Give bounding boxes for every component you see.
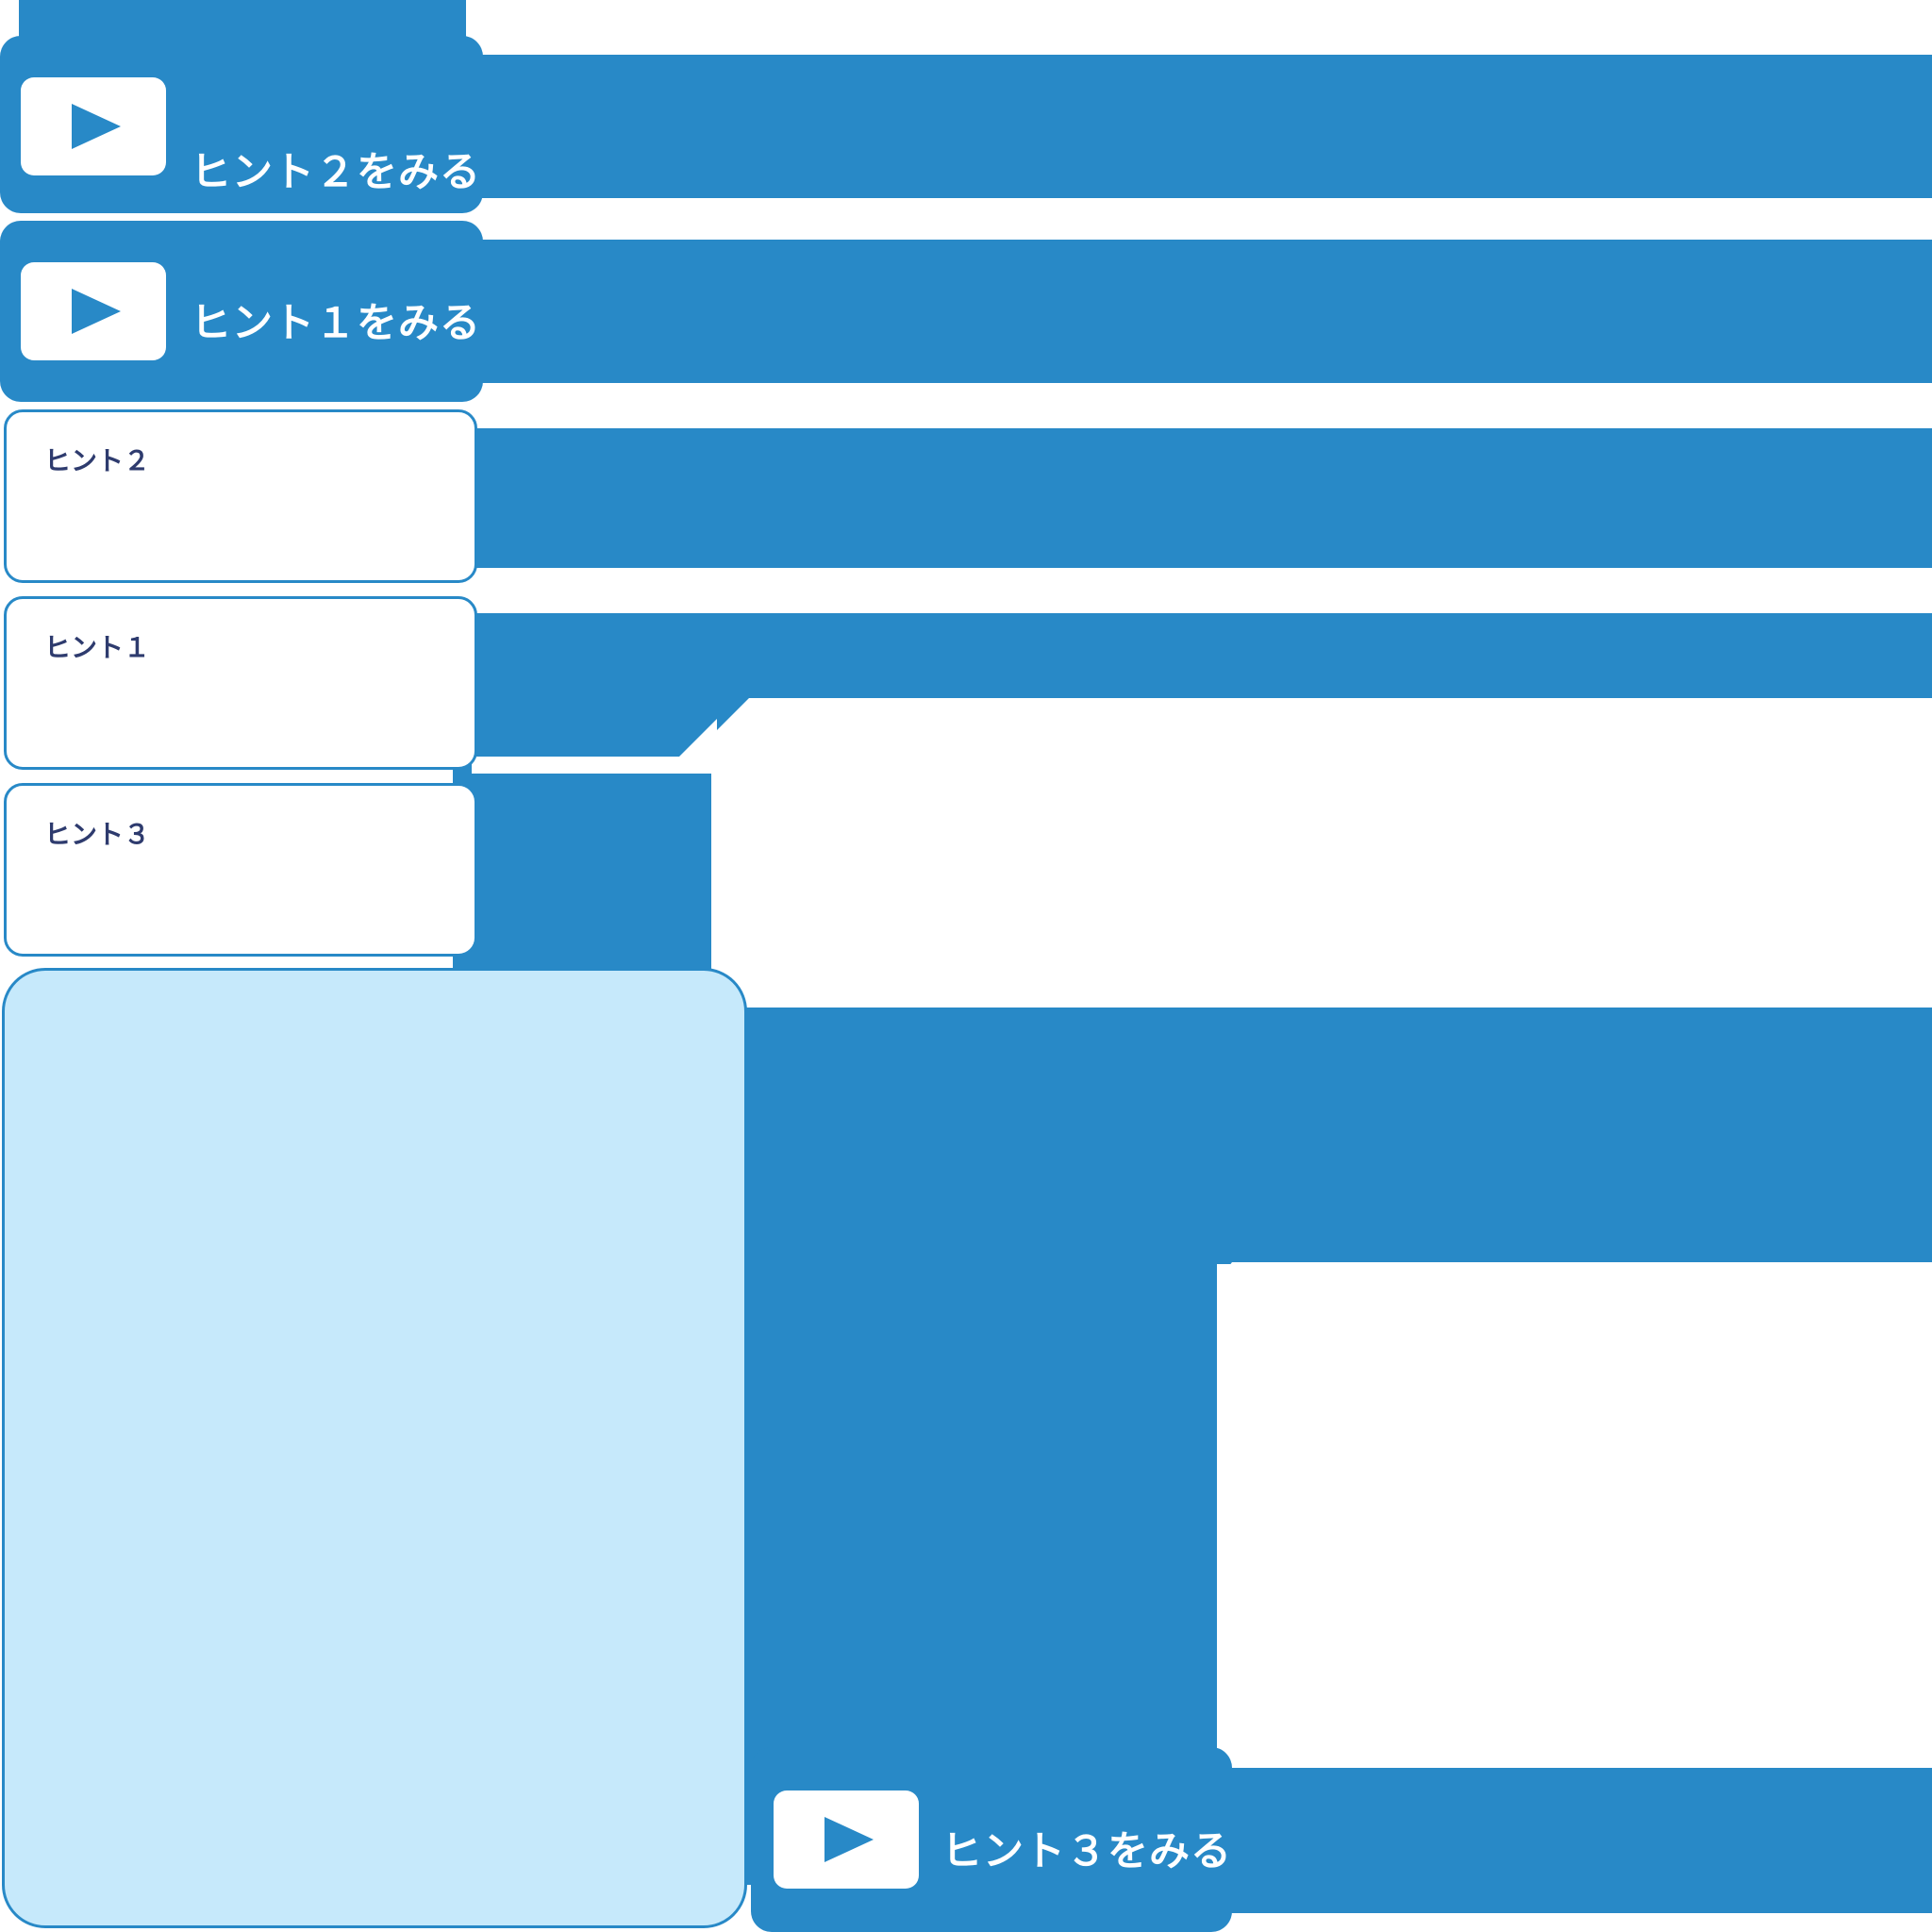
- hint2-card: ヒント２: [4, 409, 477, 583]
- answer-panel: [2, 968, 747, 1928]
- show-hint3-label: ヒント３をみる: [941, 1828, 1232, 1875]
- hint1-card: ヒント１: [4, 596, 477, 770]
- hint3-card: ヒント３: [4, 783, 477, 957]
- show-hint1-label: ヒント１をみる: [191, 300, 481, 347]
- bar-row-3: [453, 428, 1932, 568]
- bar-row-2: [453, 240, 1932, 383]
- play-icon: [21, 262, 166, 360]
- hint1-card-title: ヒント１: [44, 632, 151, 663]
- corner-white-frame: [711, 698, 1932, 1006]
- play-icon: [21, 77, 166, 175]
- show-hint1-button[interactable]: ヒント１をみる: [0, 221, 483, 402]
- bar-row-1: [453, 55, 1932, 198]
- hint3-card-title: ヒント３: [44, 819, 151, 850]
- bar-bottom: [1217, 1768, 1932, 1913]
- show-hint2-button[interactable]: ヒント２をみる: [0, 36, 483, 213]
- play-icon: [774, 1790, 919, 1889]
- show-hint2-label: ヒント２をみる: [191, 149, 481, 196]
- top-tab: [19, 0, 466, 38]
- bar-row-4: [453, 613, 1932, 700]
- right-white-area: [1217, 1262, 1932, 1766]
- show-hint3-button[interactable]: ヒント３をみる: [751, 1747, 1232, 1932]
- hint2-card-title: ヒント２: [44, 445, 151, 476]
